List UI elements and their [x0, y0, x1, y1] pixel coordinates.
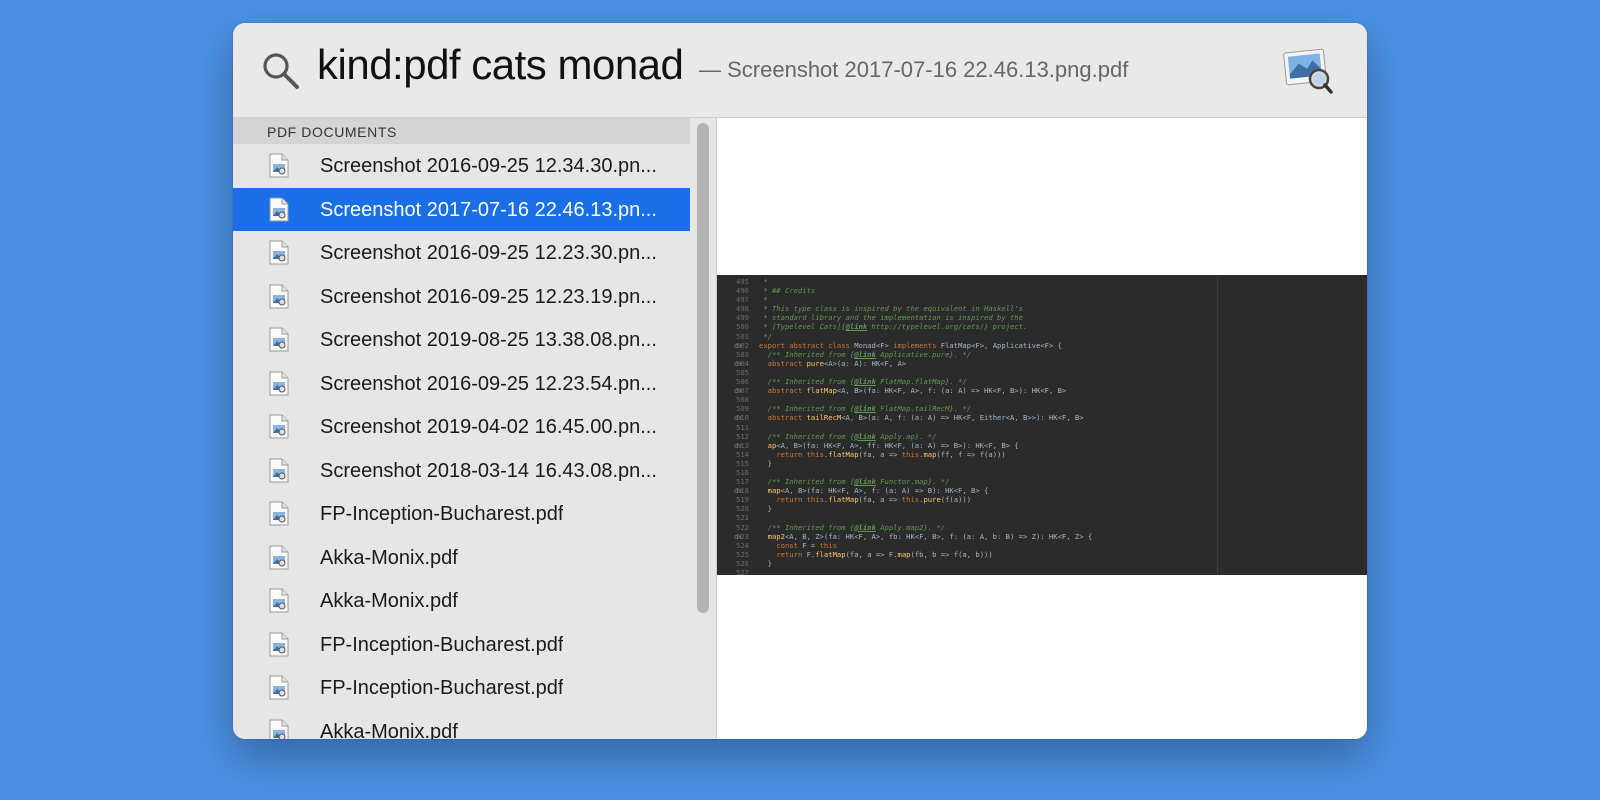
- line-number: 527: [736, 568, 749, 575]
- pdf-document-icon: [269, 588, 289, 613]
- code-line: *: [759, 277, 768, 286]
- pdf-document-icon: [269, 719, 289, 739]
- result-label: Screenshot 2016-09-25 12.23.30.pn...: [320, 242, 657, 264]
- gutter-markers: o↑ o↑ o↑ o↑ o↑ o↑ o↑: [734, 340, 743, 541]
- result-label: Screenshot 2016-09-25 12.34.30.pn...: [320, 155, 657, 177]
- pdf-document-icon: [269, 458, 289, 482]
- code-line: export abstract class Monad<F> implement…: [759, 340, 1062, 350]
- code-line: abstract tailRecM<A, B>(a: A, f: (a: A) …: [767, 413, 1084, 423]
- pdf-document-icon: [269, 501, 289, 526]
- result-label: Screenshot 2017-07-16 22.46.13.pn...: [320, 198, 657, 221]
- result-label: Akka-Monix.pdf: [320, 720, 458, 740]
- search-query-input[interactable]: kind:pdf cats monad: [317, 41, 684, 89]
- pdf-document-icon: [269, 240, 289, 265]
- section-title: PDF DOCUMENTS: [267, 124, 397, 140]
- code-line: /** Inherited from {@link Functor.map}. …: [759, 477, 950, 487]
- result-row[interactable]: Screenshot 2016-09-25 12.23.19.pn...: [233, 275, 690, 318]
- result-row[interactable]: Screenshot 2018-03-14 16.43.08.pn...: [233, 449, 690, 492]
- code-line: /** Inherited from {@link Apply.map2}. *…: [759, 522, 946, 532]
- code-line: * standard library and the implementatio…: [759, 313, 1023, 323]
- code-line: * This type class is inspired by the equ…: [759, 304, 1023, 314]
- pdf-document-icon: [269, 675, 289, 700]
- result-label: Screenshot 2016-09-25 12.23.19.pn...: [320, 285, 657, 308]
- code-line: map<A, B>(fa: HK<F, A>, f: (a: A) => B):…: [767, 486, 989, 496]
- code-line: ap<A, B>(fa: HK<F, A>, ff: HK<F, (a: A) …: [767, 440, 1019, 450]
- spotlight-window: kind:pdf cats monad — Screenshot 2017-07…: [233, 23, 1367, 739]
- section-header-pdf-documents: PDF DOCUMENTS: [233, 118, 690, 144]
- code-line: /** Inherited from {@link Applicative.pu…: [759, 349, 972, 359]
- result-row[interactable]: FP-Inception-Bucharest.pdf: [233, 666, 690, 709]
- code-line: abstract flatMap<A, B>(fa: HK<F, A>, f: …: [767, 386, 1067, 396]
- pdf-document-icon: [269, 327, 289, 352]
- result-row[interactable]: FP-Inception-Bucharest.pdf: [233, 623, 690, 666]
- code-line: /** Inherited from {@link Apply.ap}. */: [759, 431, 937, 441]
- code-line: return this.flatMap(fa, a => this.pure(f…: [776, 495, 972, 505]
- selected-result-suffix: — Screenshot 2017-07-16 22.46.13.png.pdf: [699, 57, 1129, 82]
- result-label: Akka-Monix.pdf: [320, 590, 458, 612]
- result-row[interactable]: Akka-Monix.pdf: [233, 536, 690, 579]
- search-bar[interactable]: kind:pdf cats monad — Screenshot 2017-07…: [233, 23, 1367, 118]
- result-row[interactable]: FP-Inception-Bucharest.pdf: [233, 492, 690, 535]
- results-list[interactable]: PDF DOCUMENTS Screenshot 2016-09-25 12.3…: [233, 118, 716, 739]
- code-screenshot-preview: 495 496 497 498 499 500 501 502 503 504 505 506 507 5…: [717, 275, 1367, 575]
- code-line: map2<A, B, Z>(fa: HK<F, A>, fb: HK<F, B>…: [767, 531, 1093, 541]
- result-label: Screenshot 2016-09-25 12.23.54.pn...: [320, 372, 657, 395]
- code-line: }: [759, 458, 772, 468]
- result-row[interactable]: Screenshot 2016-09-25 12.23.54.pn...: [233, 362, 690, 405]
- pdf-document-icon: [269, 371, 289, 395]
- pdf-document-icon: [269, 197, 289, 221]
- preview-app-icon: [1283, 48, 1333, 94]
- magnifier-icon: [263, 53, 299, 89]
- code-line: const F = this: [776, 540, 837, 550]
- result-row[interactable]: Screenshot 2016-09-25 12.34.30.pn...: [233, 144, 690, 187]
- line-number: 524: [736, 540, 749, 550]
- code-lines: * * ## Credits * * This type class is in…: [759, 277, 1359, 575]
- code-line: }: [759, 504, 772, 514]
- code-line: }: [759, 558, 772, 568]
- result-row[interactable]: Screenshot 2016-09-25 12.23.30.pn...: [233, 231, 690, 274]
- line-number: 525: [736, 549, 749, 559]
- line-number: 526: [736, 558, 749, 568]
- code-line: */: [759, 331, 772, 341]
- result-row[interactable]: Akka-Monix.pdf: [233, 710, 690, 740]
- result-label: Screenshot 2019-04-02 16.45.00.pn...: [320, 416, 657, 438]
- preview-pane: 495 496 497 498 499 500 501 502 503 504 505 506 507 5…: [717, 118, 1367, 739]
- result-label: FP-Inception-Bucharest.pdf: [320, 633, 564, 656]
- code-line: * ## Credits: [759, 286, 816, 296]
- code-line: * [Typelevel Cats]{@link http://typeleve…: [759, 322, 1028, 332]
- code-line: abstract pure<A>(a: A): HK<F, A>: [767, 358, 907, 368]
- pdf-document-icon: [269, 153, 289, 178]
- right-margin-guide: [1217, 275, 1218, 575]
- result-row[interactable]: Screenshot 2019-08-25 13.38.08.pn...: [233, 318, 690, 361]
- code-line: /** Inherited from {@link FlatMap.flatMa…: [759, 377, 967, 387]
- pdf-document-icon: [269, 632, 289, 656]
- result-row[interactable]: Screenshot 2019-04-02 16.45.00.pn...: [233, 405, 690, 448]
- code-line: return this.flatMap(fa, a => this.map(ff…: [776, 449, 1006, 459]
- code-line: *: [759, 295, 768, 305]
- result-row[interactable]: Screenshot 2017-07-16 22.46.13.pn...: [233, 187, 690, 231]
- code-line: return F.flatMap(fa, a => F.map(fb, b =>…: [776, 549, 993, 559]
- pdf-document-icon: [269, 284, 289, 308]
- result-label: Akka-Monix.pdf: [320, 546, 458, 569]
- result-label: FP-Inception-Bucharest.pdf: [320, 503, 564, 525]
- pdf-document-icon: [269, 414, 289, 439]
- result-row[interactable]: Akka-Monix.pdf: [233, 579, 690, 622]
- result-label: Screenshot 2019-08-25 13.38.08.pn...: [320, 329, 657, 351]
- result-label: Screenshot 2018-03-14 16.43.08.pn...: [320, 459, 657, 482]
- scrollbar-thumb[interactable]: [697, 123, 709, 613]
- code-line: /** Inherited from {@link FlatMap.tailRe…: [759, 404, 972, 414]
- result-label: FP-Inception-Bucharest.pdf: [320, 677, 564, 699]
- pdf-document-icon: [269, 545, 289, 569]
